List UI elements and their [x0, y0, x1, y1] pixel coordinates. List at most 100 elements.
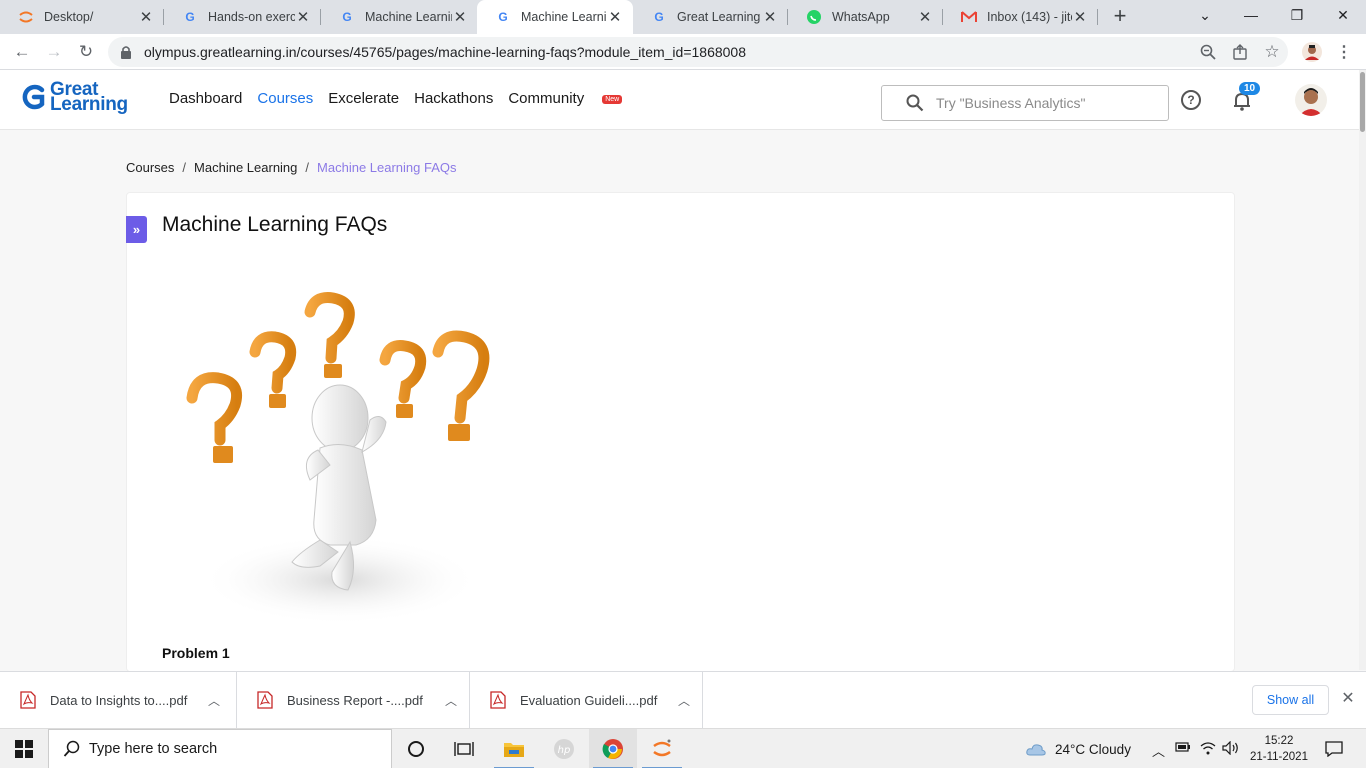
google-icon: G	[342, 10, 352, 24]
chevron-up-icon[interactable]: ︿	[1152, 741, 1165, 760]
jupyter-icon	[18, 9, 34, 25]
windows-start-icon[interactable]	[0, 729, 48, 768]
google-icon: G	[498, 10, 508, 24]
download-filename: Data to Insights to....pdf	[50, 692, 188, 708]
chevron-up-icon[interactable]: ︿	[674, 692, 694, 709]
menu-dots-icon[interactable]: ⋮	[1332, 40, 1356, 64]
search-input[interactable]: Try "Business Analytics"	[881, 85, 1169, 121]
help-icon[interactable]: ?	[1181, 90, 1201, 110]
download-filename: Business Report -....pdf	[287, 692, 423, 708]
zoom-icon[interactable]	[1196, 40, 1220, 64]
download-item[interactable]: Data to Insights to....pdf ︿	[0, 672, 237, 728]
tab-title: Hands-on exercise	[208, 10, 295, 24]
address-bar[interactable]: olympus.greatlearning.in/courses/45765/p…	[108, 37, 1288, 67]
pdf-icon	[490, 691, 506, 709]
notification-center-icon[interactable]	[1310, 729, 1358, 768]
profile-avatar-icon[interactable]	[1300, 40, 1324, 64]
breadcrumb-separator: /	[305, 160, 310, 175]
close-icon[interactable]: ✕	[762, 8, 778, 26]
breadcrumb: Courses / Machine Learning / Machine Lea…	[126, 160, 457, 175]
close-icon[interactable]: ✕	[1072, 8, 1088, 26]
nav-community[interactable]: Community New	[508, 90, 637, 107]
whatsapp-icon	[806, 9, 822, 25]
tab-title: Great Learning	[677, 10, 761, 24]
breadcrumb-current: Machine Learning FAQs	[317, 160, 457, 175]
nav-dashboard[interactable]: Dashboard	[169, 90, 242, 107]
show-all-button[interactable]: Show all	[1252, 685, 1329, 715]
battery-icon[interactable]	[1175, 741, 1191, 756]
close-icon[interactable]: ✕	[917, 8, 933, 26]
download-item[interactable]: Business Report -....pdf ︿	[237, 672, 470, 728]
tab-title: Machine Learning	[365, 10, 452, 24]
nav-community-label: Community	[508, 90, 585, 107]
lock-icon[interactable]	[120, 45, 134, 59]
chevron-up-icon[interactable]: ︿	[204, 692, 224, 709]
wifi-icon[interactable]	[1200, 741, 1216, 758]
tab-desktop[interactable]: Desktop/ ✕	[0, 0, 164, 34]
expand-sidebar-button[interactable]: »	[126, 216, 147, 243]
windows-taskbar: Type here to search hp 24°C Cloudy ︿ 15:…	[0, 728, 1366, 768]
download-shelf: Data to Insights to....pdf ︿ Business Re…	[0, 671, 1366, 728]
scrollbar-thumb[interactable]	[1360, 72, 1365, 132]
back-arrow-icon[interactable]: ←	[10, 40, 34, 64]
gmail-icon	[961, 9, 977, 25]
jupyter-icon[interactable]	[638, 729, 686, 768]
system-clock[interactable]: 15:22 21-11-2021	[1247, 733, 1311, 765]
page-title: Machine Learning FAQs	[162, 213, 388, 236]
task-view-icon[interactable]	[440, 729, 488, 768]
share-icon[interactable]	[1228, 40, 1252, 64]
breadcrumb-courses[interactable]: Courses	[126, 160, 174, 175]
chevron-up-icon[interactable]: ︿	[441, 692, 461, 709]
minimize-button[interactable]: —	[1228, 0, 1274, 30]
tab-machine-learning[interactable]: G Machine Learning ✕	[321, 0, 478, 34]
close-window-button[interactable]: ✕	[1320, 0, 1366, 30]
breadcrumb-machine-learning[interactable]: Machine Learning	[194, 160, 297, 175]
forward-arrow-icon[interactable]: →	[42, 40, 66, 64]
tab-great-learning[interactable]: G Great Learning ✕	[633, 0, 788, 34]
question-marks-illustration	[186, 292, 490, 625]
new-tab-button[interactable]: +	[1108, 5, 1132, 29]
tab-whatsapp[interactable]: WhatsApp ✕	[788, 0, 943, 34]
user-avatar[interactable]	[1295, 84, 1327, 116]
browser-tab-strip: Desktop/ ✕ G Hands-on exercise ✕ G Machi…	[0, 0, 1366, 34]
breadcrumb-separator: /	[182, 160, 187, 175]
close-icon[interactable]: ✕	[452, 8, 468, 26]
url-text: olympus.greatlearning.in/courses/45765/p…	[144, 44, 746, 60]
site-header: Great Learning Dashboard Courses Exceler…	[0, 70, 1366, 130]
close-icon[interactable]: ✕	[607, 8, 623, 26]
nav-excelerate[interactable]: Excelerate	[328, 90, 399, 107]
close-icon[interactable]: ✕	[295, 8, 311, 26]
nav-courses[interactable]: Courses	[257, 90, 313, 107]
cortana-icon[interactable]	[392, 729, 440, 768]
page-scrollbar[interactable]	[1359, 70, 1366, 670]
volume-icon[interactable]	[1222, 740, 1240, 758]
tab-title: Inbox (143) - jiten	[987, 10, 1072, 24]
tab-search-icon[interactable]: ⌄	[1182, 0, 1228, 30]
tab-title: Machine Learning	[521, 10, 607, 24]
weather-widget[interactable]: 24°C Cloudy	[1025, 729, 1131, 768]
svg-text:hp: hp	[558, 745, 571, 756]
tab-machine-learning-active[interactable]: G Machine Learning ✕	[477, 0, 633, 34]
file-explorer-icon[interactable]	[490, 729, 538, 768]
taskbar-search-input[interactable]: Type here to search	[48, 729, 392, 768]
chrome-icon[interactable]	[589, 729, 637, 768]
close-icon[interactable]: ✕	[138, 8, 154, 26]
close-icon[interactable]: ✕	[1338, 688, 1358, 708]
weather-text: 24°C Cloudy	[1055, 741, 1131, 757]
bookmark-star-icon[interactable]: ☆	[1260, 40, 1284, 64]
tab-gmail[interactable]: Inbox (143) - jiten ✕	[943, 0, 1098, 34]
tab-title: WhatsApp	[832, 10, 890, 24]
clock-time: 15:22	[1264, 735, 1294, 747]
cloud-icon	[1026, 744, 1046, 756]
restore-button[interactable]: ❐	[1274, 0, 1320, 30]
search-icon	[63, 740, 80, 757]
hp-icon[interactable]: hp	[540, 729, 588, 768]
great-learning-logo[interactable]: Great Learning	[20, 80, 128, 114]
download-item[interactable]: Evaluation Guideli....pdf ︿	[470, 672, 703, 728]
taskbar-search-placeholder: Type here to search	[89, 741, 218, 757]
nav-hackathons[interactable]: Hackathons	[414, 90, 493, 107]
google-icon: G	[654, 10, 664, 24]
download-filename: Evaluation Guideli....pdf	[520, 692, 658, 708]
reload-icon[interactable]: ↻	[74, 40, 98, 64]
tab-hands-on[interactable]: G Hands-on exercise ✕	[164, 0, 321, 34]
